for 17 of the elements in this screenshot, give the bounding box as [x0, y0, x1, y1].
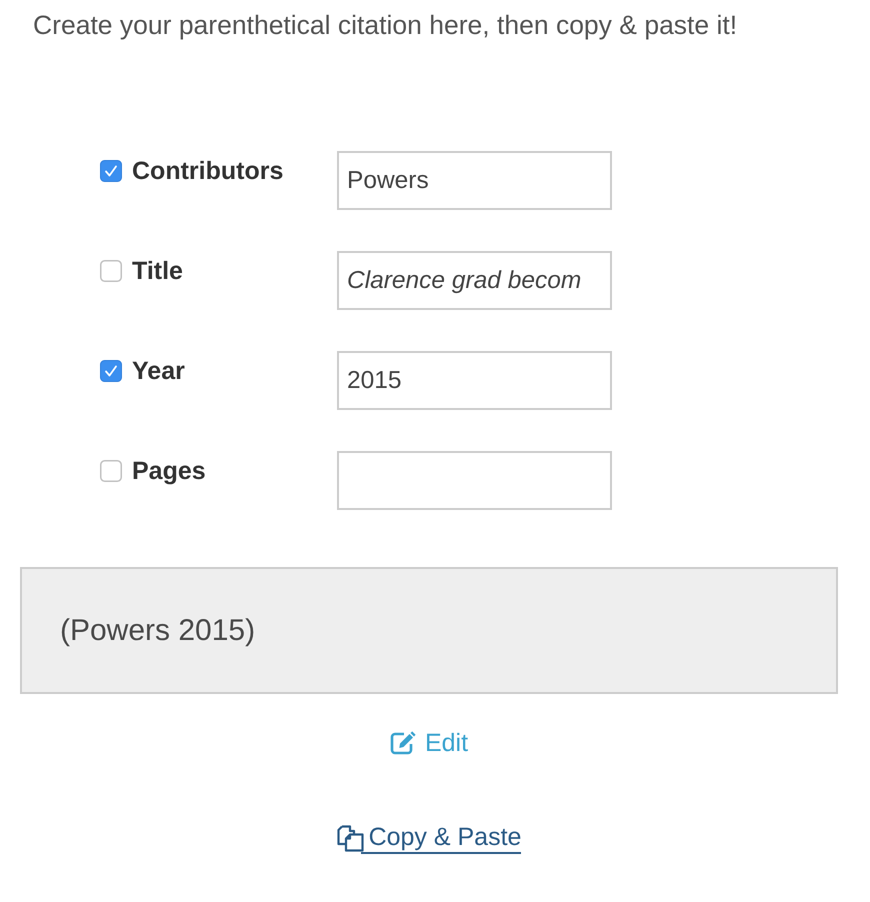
field-label: Title [132, 256, 183, 286]
checkbox[interactable] [100, 460, 122, 482]
input-field[interactable]: Clarence grad becom [337, 251, 612, 310]
pencil-square-icon [390, 731, 416, 755]
checkbox[interactable] [100, 360, 122, 382]
page-heading: Create your parenthetical citation here, then copy & paste it! [32, 9, 738, 42]
input-field[interactable]: 2015 [337, 351, 612, 410]
input-field[interactable]: Powers [337, 151, 612, 210]
field-label: Pages [132, 456, 206, 486]
copy-paste-link[interactable]: Copy & Paste [336, 822, 522, 854]
input-field[interactable] [337, 451, 612, 510]
field-label: Year [132, 356, 185, 386]
checkbox[interactable] [100, 160, 122, 182]
field-label: Contributors [132, 156, 284, 186]
checkbox[interactable] [100, 260, 122, 282]
citation-output: (Powers 2015) [20, 567, 838, 694]
copy-icon [336, 824, 364, 852]
